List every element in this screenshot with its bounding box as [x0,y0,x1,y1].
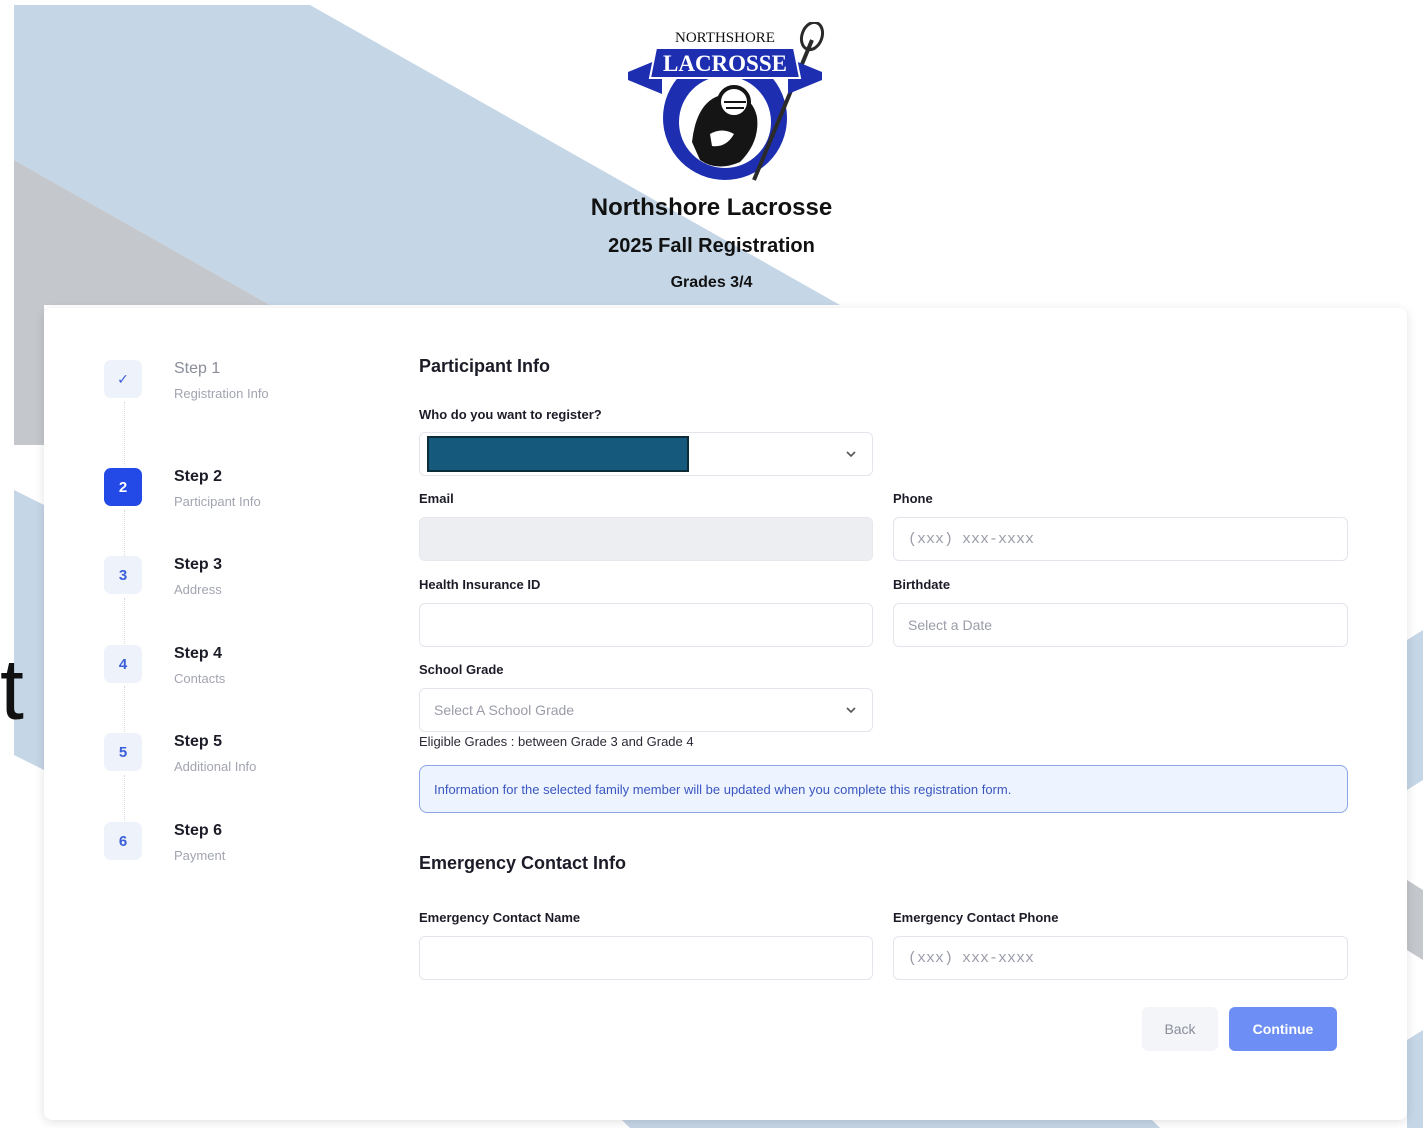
phone-field[interactable]: (xxx) xxx-xxxx [893,517,1348,561]
step-number-badge: 2 [104,468,142,506]
registration-title: 2025 Fall Registration [608,235,815,257]
participant-info-heading: Participant Info [419,356,551,376]
emergency-phone-field[interactable]: (xxx) xxx-xxxx [893,936,1348,980]
step-number-badge: 4 [104,645,142,683]
stray-text-fragment: t [0,642,24,738]
step-subtitle: Contacts [174,671,226,686]
emergency-contact-heading: Emergency Contact Info [419,853,627,873]
school-grade-select[interactable]: Select A School Grade [419,688,873,732]
emergency-name-field[interactable] [419,936,873,980]
birthdate-label: Birthdate [893,577,951,592]
step-number-badge: 6 [104,822,142,860]
back-button[interactable]: Back [1142,1007,1218,1051]
eligible-grades-note: Eligible Grades : between Grade 3 and Gr… [419,734,694,749]
phone-label: Phone [893,491,933,506]
svg-text:NORTHSHORE: NORTHSHORE [675,30,775,46]
emergency-phone-label: Emergency Contact Phone [893,910,1059,925]
step-title: Step 3 [174,556,223,573]
grades-label: Grades 3/4 [670,274,753,291]
step-subtitle: Additional Info [174,759,257,774]
step-connector [124,775,125,825]
birthdate-picker[interactable]: Select a Date [893,603,1348,647]
continue-button[interactable]: Continue [1229,1007,1337,1051]
info-alert: Information for the selected family memb… [419,765,1348,813]
emergency-name-label: Emergency Contact Name [419,910,581,925]
registration-card: ✓ Step 1 Registration Info 2 Step 2 Part… [44,308,1407,1120]
redacted-participant-name [427,436,689,472]
step-subtitle: Participant Info [174,494,261,509]
step-title: Step 5 [174,733,223,750]
step-subtitle: Payment [174,848,226,863]
organization-name: Northshore Lacrosse [590,194,833,221]
step-number-badge: 3 [104,556,142,594]
checkmark-icon: ✓ [104,360,142,398]
step-connector [124,402,125,466]
step-title: Step 1 [174,360,221,377]
who-to-register-label: Who do you want to register? [419,407,602,422]
school-grade-label: School Grade [419,662,504,677]
step-title: Step 6 [174,822,223,839]
chevron-down-icon [846,451,856,458]
page-header: NORTHSHORE LACROSSE Northshore Lacrosse … [0,0,1423,300]
step-connector [124,686,125,736]
step-number-badge: 5 [104,733,142,771]
northshore-lacrosse-logo: NORTHSHORE LACROSSE [628,22,825,181]
chevron-down-icon [846,707,856,714]
step-subtitle: Address [174,582,222,597]
step-title: Step 4 [174,645,223,662]
svg-text:LACROSSE: LACROSSE [663,51,787,76]
step-connector [124,598,125,648]
health-insurance-field[interactable] [419,603,873,647]
health-insurance-label: Health Insurance ID [419,577,541,592]
step-title: Step 2 [174,468,223,485]
email-label: Email [419,491,454,506]
step-connector [124,510,125,558]
participant-select[interactable] [419,432,873,476]
step-subtitle: Registration Info [174,386,269,401]
email-field[interactable] [419,517,873,561]
school-grade-placeholder: Select A School Grade [434,702,575,718]
